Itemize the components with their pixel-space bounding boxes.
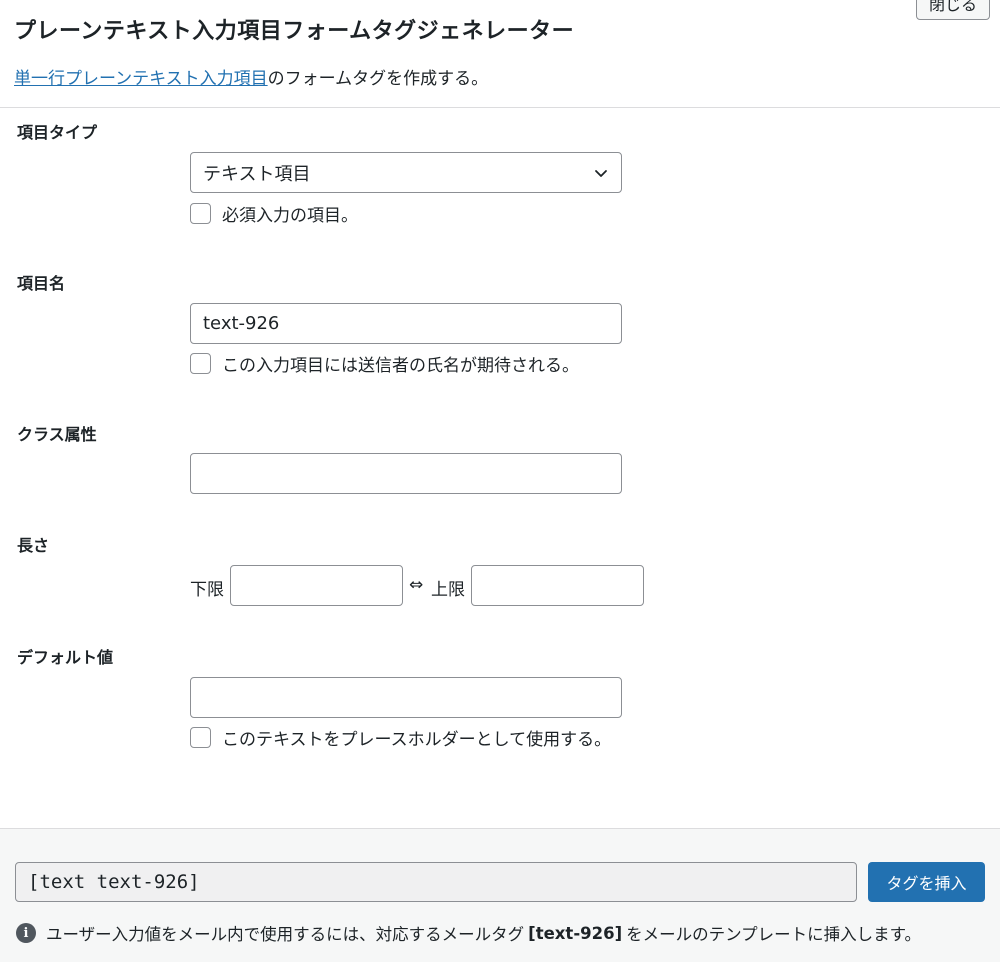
mail-tag-info: i ユーザー入力値をメール内で使用するには、対応するメールタグ [text-92… bbox=[16, 921, 921, 945]
min-length-label: 下限 bbox=[190, 580, 224, 600]
default-value-label: デフォルト値 bbox=[17, 648, 114, 667]
max-length-input[interactable] bbox=[471, 565, 644, 606]
min-length-input[interactable] bbox=[230, 565, 403, 606]
header-divider bbox=[0, 107, 1000, 108]
info-text-after: をメールのテンプレートに挿入します。 bbox=[626, 925, 922, 944]
field-type-label: 項目タイプ bbox=[17, 123, 98, 142]
placeholder-label: このテキストをプレースホルダーとして使用する。 bbox=[222, 730, 612, 750]
max-length-label: 上限 bbox=[431, 580, 465, 600]
info-text-before: ユーザー入力値をメール内で使用するには、対応するメールタグ bbox=[46, 925, 525, 944]
description: 単一行プレーンテキスト入力項目のフォームタグを作成する。 bbox=[14, 64, 488, 89]
placeholder-option: このテキストをプレースホルダーとして使用する。 bbox=[190, 725, 611, 750]
page-title: プレーンテキスト入力項目フォームタグジェネレーター bbox=[14, 19, 575, 44]
field-name-label: 項目名 bbox=[17, 274, 66, 293]
tag-output-field[interactable]: [text text-926] bbox=[15, 862, 857, 902]
field-name-input[interactable]: text-926 bbox=[190, 303, 622, 344]
insert-tag-button[interactable]: タグを挿入 bbox=[868, 862, 985, 902]
class-attr-input[interactable] bbox=[190, 453, 622, 494]
default-value-input[interactable] bbox=[190, 677, 622, 718]
placeholder-checkbox[interactable] bbox=[190, 727, 211, 748]
required-checkbox[interactable] bbox=[190, 203, 211, 224]
required-option: 必須入力の項目。 bbox=[190, 201, 358, 226]
chevron-down-icon bbox=[595, 170, 607, 177]
info-mail-tag: [text-926] bbox=[528, 923, 623, 943]
field-type-selected: テキスト項目 bbox=[203, 163, 311, 185]
info-icon: i bbox=[16, 923, 36, 943]
close-button[interactable]: 閉じる bbox=[916, 0, 990, 20]
sender-name-option: この入力項目には送信者の氏名が期待される。 bbox=[190, 351, 579, 376]
length-arrow: ⇔ bbox=[409, 575, 424, 595]
required-label: 必須入力の項目。 bbox=[222, 206, 358, 226]
sender-name-label: この入力項目には送信者の氏名が期待される。 bbox=[222, 356, 579, 376]
length-label: 長さ bbox=[17, 536, 50, 555]
sender-name-checkbox[interactable] bbox=[190, 353, 211, 374]
class-attr-label: クラス属性 bbox=[17, 425, 97, 444]
description-text: のフォームタグを作成する。 bbox=[267, 69, 489, 89]
field-type-select[interactable]: テキスト項目 bbox=[190, 152, 622, 193]
description-link[interactable]: 単一行プレーンテキスト入力項目 bbox=[14, 69, 268, 89]
